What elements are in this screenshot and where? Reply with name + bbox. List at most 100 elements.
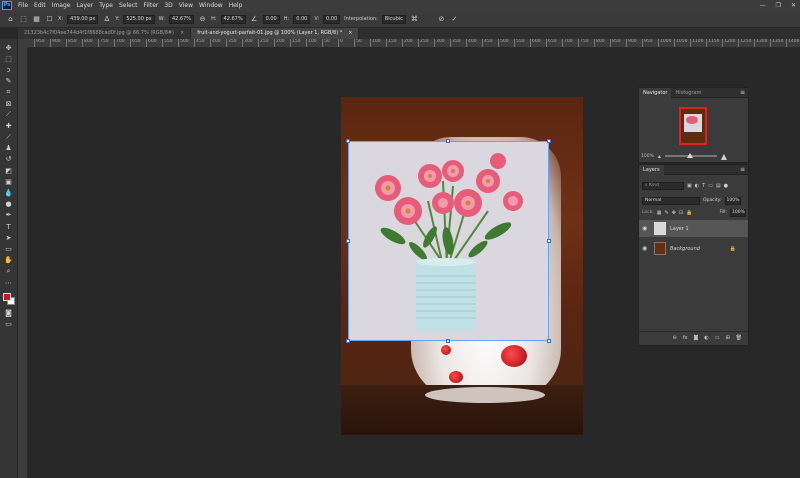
- transform-handle-right[interactable]: [547, 239, 551, 243]
- screen-mode-icon[interactable]: ▭: [3, 319, 15, 329]
- menu-window[interactable]: Window: [196, 2, 226, 9]
- adjustment-layer-icon[interactable]: ◐: [704, 335, 708, 341]
- y-field[interactable]: 525.00 px: [123, 14, 155, 24]
- eraser-tool-icon[interactable]: ◩: [3, 166, 15, 176]
- brush-tool-icon[interactable]: ⟋: [3, 132, 15, 142]
- link-layers-icon[interactable]: ⊖: [673, 335, 677, 341]
- maximize-button[interactable]: ❐: [776, 2, 781, 9]
- close-tab-icon[interactable]: ×: [180, 28, 184, 39]
- home-icon[interactable]: ⌂: [6, 15, 15, 24]
- lock-position-icon[interactable]: ✥: [672, 210, 676, 216]
- hskew-field[interactable]: 0.00: [293, 14, 311, 24]
- filter-type-icon[interactable]: T: [702, 183, 705, 189]
- add-mask-icon[interactable]: ◙: [693, 335, 698, 341]
- tab-document-1[interactable]: 21323b4c7f04ee744d4f1f8688cad0f.jpg @ 66…: [18, 28, 192, 39]
- lock-all-icon[interactable]: 🔒: [686, 210, 692, 216]
- quick-mask-icon[interactable]: ◙: [3, 308, 15, 318]
- crop-tool-icon[interactable]: ⌗: [3, 87, 15, 97]
- menu-select[interactable]: Select: [116, 2, 141, 9]
- menu-filter[interactable]: Filter: [141, 2, 162, 9]
- lock-pixels-icon[interactable]: ✎: [665, 210, 669, 216]
- path-selection-tool-icon[interactable]: ➤: [3, 233, 15, 243]
- filter-toggle-icon[interactable]: ●: [724, 183, 728, 189]
- lasso-tool-icon[interactable]: ↄ: [3, 65, 15, 75]
- pen-tool-icon[interactable]: ✒: [3, 210, 15, 220]
- frame-tool-icon[interactable]: ⊠: [3, 99, 15, 109]
- menu-file[interactable]: File: [15, 2, 31, 9]
- eye-icon[interactable]: ◉: [642, 245, 650, 252]
- layer-row-layer-1[interactable]: ◉ Layer 1: [639, 220, 748, 237]
- delete-layer-icon[interactable]: 🗑: [736, 335, 742, 341]
- zoom-level[interactable]: 100%: [641, 154, 654, 159]
- filter-pixel-icon[interactable]: ▣: [687, 183, 692, 189]
- navigator-preview[interactable]: [679, 107, 707, 145]
- layer-1-image[interactable]: [348, 141, 549, 341]
- blur-tool-icon[interactable]: 💧: [3, 188, 15, 198]
- vertical-ruler[interactable]: [18, 48, 28, 478]
- menu-edit[interactable]: Edit: [31, 2, 49, 9]
- menu-3d[interactable]: 3D: [161, 2, 175, 9]
- lock-artboard-icon[interactable]: ⊡: [679, 210, 683, 216]
- zoom-slider[interactable]: [664, 153, 717, 158]
- zoom-tool-icon[interactable]: ⌕: [3, 266, 15, 276]
- panel-menu-icon[interactable]: ≡: [740, 166, 745, 173]
- clone-stamp-tool-icon[interactable]: ♟: [3, 143, 15, 153]
- rectangle-tool-icon[interactable]: ▭: [3, 244, 15, 254]
- more-tools-icon[interactable]: ⋯: [3, 278, 15, 288]
- transform-handle-bottom-left[interactable]: [346, 339, 350, 343]
- vskew-field[interactable]: 0.00: [323, 14, 341, 24]
- zoom-slider-thumb[interactable]: [686, 153, 693, 158]
- menu-view[interactable]: View: [176, 2, 196, 9]
- tab-layers[interactable]: Layers: [639, 164, 664, 175]
- tab-navigator[interactable]: Navigator: [639, 87, 672, 98]
- filter-smart-icon[interactable]: ▤: [716, 183, 721, 189]
- transform-handle-bottom-right[interactable]: [547, 339, 551, 343]
- blend-mode-select[interactable]: Normal: [642, 196, 700, 205]
- menu-type[interactable]: Type: [96, 2, 116, 9]
- new-group-icon[interactable]: ▭: [715, 335, 720, 341]
- angle-field[interactable]: 0.00: [262, 14, 280, 24]
- type-tool-icon[interactable]: T: [3, 222, 15, 232]
- height-field[interactable]: 42.67%: [220, 14, 246, 24]
- gradient-tool-icon[interactable]: ▣: [3, 177, 15, 187]
- delta-icon[interactable]: Δ: [102, 15, 111, 24]
- horizontal-ruler[interactable]: 950 900 850 800 750 700 650 600 550 500 450 400 350 3…: [28, 39, 800, 48]
- transform-handle-left[interactable]: [346, 239, 350, 243]
- panel-menu-icon[interactable]: ≡: [740, 89, 745, 96]
- filter-adjust-icon[interactable]: ◐: [695, 183, 699, 189]
- eye-icon[interactable]: ◉: [642, 225, 650, 232]
- layer-style-icon[interactable]: fx: [683, 335, 688, 341]
- reference-point-icon[interactable]: ▦: [32, 15, 41, 24]
- filter-shape-icon[interactable]: ▭: [708, 183, 713, 189]
- transform-handle-bottom[interactable]: [446, 339, 450, 343]
- eyedropper-tool-icon[interactable]: ⟋: [3, 110, 15, 120]
- commit-transform-icon[interactable]: ✓: [450, 15, 459, 24]
- cancel-transform-icon[interactable]: ⊘: [437, 15, 446, 24]
- fill-field[interactable]: 100%: [730, 208, 746, 217]
- menu-image[interactable]: Image: [49, 2, 74, 9]
- color-swatches[interactable]: [2, 291, 16, 307]
- lock-transparent-icon[interactable]: ▦: [657, 210, 662, 216]
- x-field[interactable]: 439.00 px: [67, 14, 99, 24]
- new-layer-icon[interactable]: ⊞: [725, 335, 729, 341]
- menu-help[interactable]: Help: [226, 2, 246, 9]
- opacity-field[interactable]: 100%: [724, 196, 741, 205]
- transform-tool-icon[interactable]: ⬚: [19, 15, 28, 24]
- foreground-color-swatch[interactable]: [2, 293, 11, 302]
- kind-filter-select[interactable]: ⌕ Kind: [642, 182, 684, 190]
- minimize-button[interactable]: —: [760, 2, 766, 9]
- menu-layer[interactable]: Layer: [73, 2, 96, 9]
- quick-selection-tool-icon[interactable]: ✎: [3, 76, 15, 86]
- layer-name[interactable]: Layer 1: [670, 226, 689, 232]
- tab-histogram[interactable]: Histogram: [671, 88, 705, 98]
- width-field[interactable]: 42.67%: [168, 14, 195, 24]
- interpolation-select[interactable]: Bicubic: [381, 14, 406, 24]
- zoom-out-icon[interactable]: ▴: [658, 153, 661, 160]
- link-icon[interactable]: ⊖: [198, 15, 207, 24]
- history-brush-tool-icon[interactable]: ↺: [3, 154, 15, 164]
- warp-icon[interactable]: ⌘: [410, 15, 419, 24]
- tab-document-2[interactable]: fruit-and-yogurt-parfait-01.jpg @ 100% (…: [191, 28, 360, 39]
- close-window-button[interactable]: ✕: [791, 2, 796, 9]
- move-tool-icon[interactable]: ✥: [3, 43, 15, 53]
- marquee-tool-icon[interactable]: ⬚: [3, 54, 15, 64]
